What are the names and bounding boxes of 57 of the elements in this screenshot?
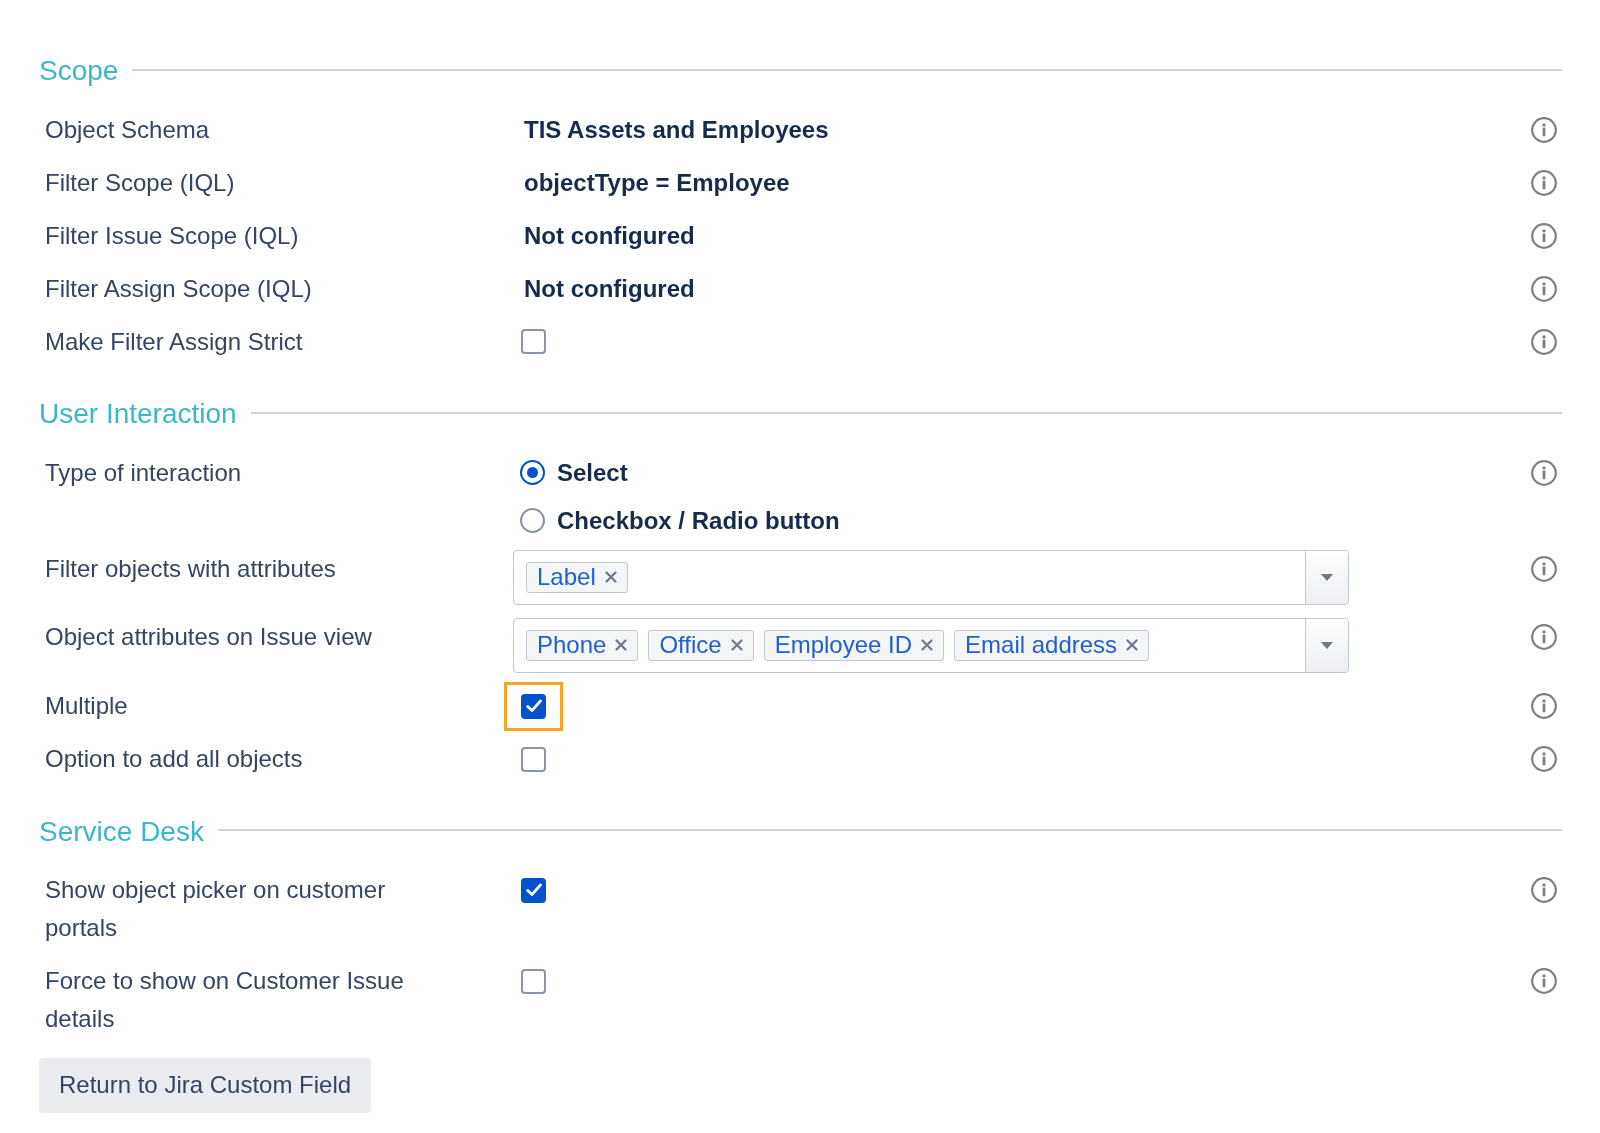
field-label: Filter objects with attributes	[45, 553, 336, 584]
checkbox[interactable]	[521, 968, 546, 994]
field-value: objectType = Employee	[524, 168, 790, 196]
info-icon[interactable]	[1531, 968, 1557, 994]
remove-icon[interactable]	[615, 639, 628, 651]
caret-icon	[1321, 641, 1333, 649]
field-label: Make Filter Assign Strict	[45, 326, 303, 357]
field-label: Object Schema	[45, 114, 210, 145]
section-title: Service Desk	[39, 814, 204, 849]
checkbox[interactable]	[521, 693, 546, 719]
info-icon[interactable]	[1531, 222, 1557, 249]
tag-label: Label	[537, 565, 596, 589]
field-label: Option to add all objects	[45, 744, 303, 774]
info-icon[interactable]	[1531, 693, 1557, 719]
remove-icon[interactable]	[921, 639, 934, 651]
return-button[interactable]: Return to Jira Custom Field	[39, 1057, 372, 1113]
info-icon[interactable]	[1531, 275, 1557, 302]
checkbox[interactable]	[521, 746, 546, 772]
radio-button[interactable]	[520, 460, 545, 485]
checkbox[interactable]	[521, 329, 546, 354]
multi-select-field[interactable]: Label	[513, 549, 1349, 605]
field-label: Multiple	[45, 691, 128, 721]
info-icon[interactable]	[1531, 459, 1557, 486]
info-icon[interactable]	[1531, 623, 1557, 650]
tag-label: Employee ID	[774, 633, 913, 657]
section-title: Scope	[39, 54, 119, 88]
radio-option[interactable]: Select	[520, 453, 628, 492]
field-label: Object attributes on Issue view	[45, 621, 372, 652]
field-value: Not configured	[524, 274, 695, 302]
radio-button[interactable]	[520, 508, 545, 533]
section-title: User Interaction	[39, 397, 237, 431]
tag-label: Office	[659, 633, 722, 657]
field-label: Filter Scope (IQL)	[45, 167, 235, 198]
checkmark-icon	[525, 883, 542, 897]
info-icon[interactable]	[1531, 116, 1557, 143]
remove-icon[interactable]	[604, 571, 617, 583]
radio-option[interactable]: Checkbox / Radio button	[520, 501, 840, 540]
field-label: Type of interaction	[45, 457, 242, 488]
tag-label: Phone	[537, 633, 607, 657]
field-value: TIS Assets and Employees	[524, 115, 829, 143]
tag-label: Email address	[965, 633, 1118, 657]
info-icon[interactable]	[1531, 877, 1557, 903]
multi-select-field[interactable]: Phone Office Employee ID Email address	[513, 617, 1349, 673]
info-icon[interactable]	[1531, 746, 1557, 772]
field-label: Show object picker on customer portals	[45, 875, 387, 943]
remove-icon[interactable]	[1126, 639, 1139, 651]
field-value: Not configured	[524, 221, 695, 249]
field-label: Force to show on Customer Issue details	[45, 966, 405, 1034]
info-icon[interactable]	[1531, 169, 1557, 196]
checkbox[interactable]	[521, 877, 546, 903]
checkmark-icon	[525, 699, 542, 713]
remove-icon[interactable]	[730, 639, 743, 651]
info-icon[interactable]	[1531, 555, 1557, 582]
field-label: Filter Issue Scope (IQL)	[45, 220, 299, 251]
info-icon[interactable]	[1531, 328, 1557, 355]
field-label: Filter Assign Scope (IQL)	[45, 273, 312, 304]
caret-icon	[1321, 573, 1333, 581]
